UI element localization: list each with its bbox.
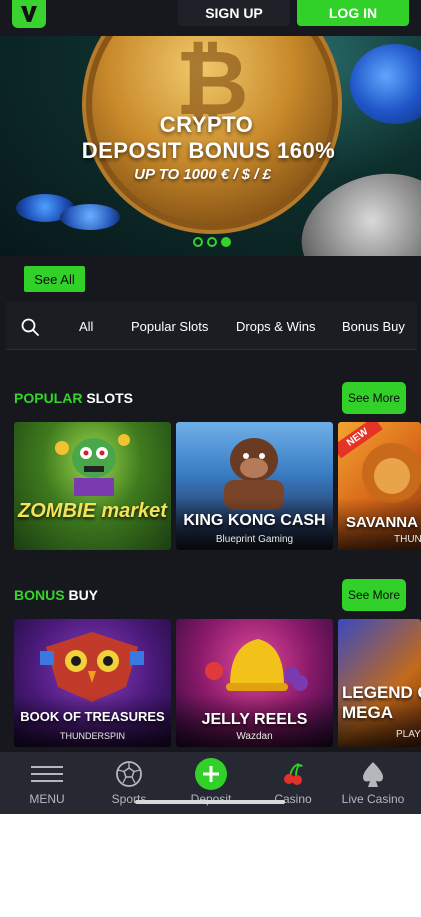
game-provider: Wazdan [236,731,273,742]
game-title: BOOK OF TREASURES [20,709,165,724]
heading-rest: BUY [68,587,99,603]
v-logo-icon [21,6,37,22]
brand-logo[interactable] [12,0,46,28]
game-card-jelly-reels[interactable]: JELLY REELS Wazdan [176,619,333,747]
heading-accent: POPULAR [14,390,83,406]
category-filter-bar: All Popular Slots Drops & Wins Bonus Buy [6,302,417,350]
popular-slots-heading: POPULAR SLOTS [14,390,133,406]
small-blue-coin-image [60,204,120,230]
soccer-ball-icon [116,761,142,787]
nav-sports[interactable]: Sports [87,752,171,814]
carousel-dot[interactable] [207,237,217,247]
filter-all[interactable]: All [79,319,93,334]
nav-deposit[interactable]: Deposit [169,752,253,814]
game-provider: Blueprint Gaming [215,534,294,545]
game-provider: THUNDERSPIN [59,731,125,741]
game-title: ZOMBIE market [18,500,167,522]
nav-casino[interactable]: Casino [251,752,335,814]
banner-line-2: DEPOSIT BONUS 160% [81,138,336,163]
search-icon[interactable] [21,318,39,336]
heading-rest: SLOTS [86,390,134,406]
filter-drops-wins[interactable]: Drops & Wins [236,319,315,334]
spade-icon [363,762,383,787]
heading-accent: BONUS [14,587,65,603]
game-provider: PLAY [396,729,421,740]
owl-character-image [40,632,144,702]
signup-button[interactable]: SIGN UP [178,0,290,26]
filter-popular-slots[interactable]: Popular Slots [131,319,208,334]
game-card-book-of-treasures[interactable]: BOOK OF TREASURES THUNDERSPIN [14,619,171,747]
top-header: SIGN UP LOG IN [0,0,421,36]
game-title: LEGEND OF MEGA [342,683,421,722]
nav-menu[interactable]: MENU [5,752,89,814]
bottom-navigation: MENU Sports Deposit Casino Live Casino [0,752,421,814]
hamburger-icon [31,766,63,782]
carousel-dots [193,237,231,247]
game-title: KING KONG CASH [183,512,326,529]
game-card-king-kong-cash[interactable]: KING KONG CASH Blueprint Gaming [176,422,333,550]
nav-live-casino[interactable]: Live Casino [331,752,415,814]
cherry-icon [284,763,303,785]
game-provider: THUND [394,534,421,545]
game-card-savanna[interactable]: NEW SAVANNA THUND [338,422,421,550]
plus-circle-icon [195,758,227,790]
game-title: JELLY REELS [201,711,308,728]
filter-bonus-buy[interactable]: Bonus Buy [342,319,405,334]
promo-banner[interactable]: ₿ CRYPTO DEPOSIT BONUS 160% UP TO 1000 €… [0,36,421,256]
see-all-button[interactable]: See All [24,266,85,292]
game-card-legend-of-mega[interactable]: LEGEND OF MEGA PLAY [338,619,421,747]
game-title: SAVANNA [346,514,418,531]
banner-line-3: UP TO 1000 € / $ / £ [134,166,271,183]
nav-label: Live Casino [341,792,405,806]
bonus-see-more-button[interactable]: See More [342,579,406,611]
zombie-character-image [55,434,130,496]
popular-see-more-button[interactable]: See More [342,382,406,414]
banner-headline: CRYPTO DEPOSIT BONUS 160% UP TO 1000 € /… [0,112,421,183]
carousel-dot-active[interactable] [221,237,231,247]
login-button[interactable]: LOG IN [297,0,409,26]
nav-label: MENU [29,792,65,806]
carousel-dot[interactable] [193,237,203,247]
bonus-buy-heading: BONUS BUY [14,587,98,603]
banner-line-1: CRYPTO [159,112,254,137]
game-card-zombie-market[interactable]: ZOMBIE market [14,422,171,550]
casino-app: SIGN UP LOG IN ₿ CRYPTO DEPOSIT BONUS 16… [0,0,421,814]
home-indicator [135,800,285,804]
